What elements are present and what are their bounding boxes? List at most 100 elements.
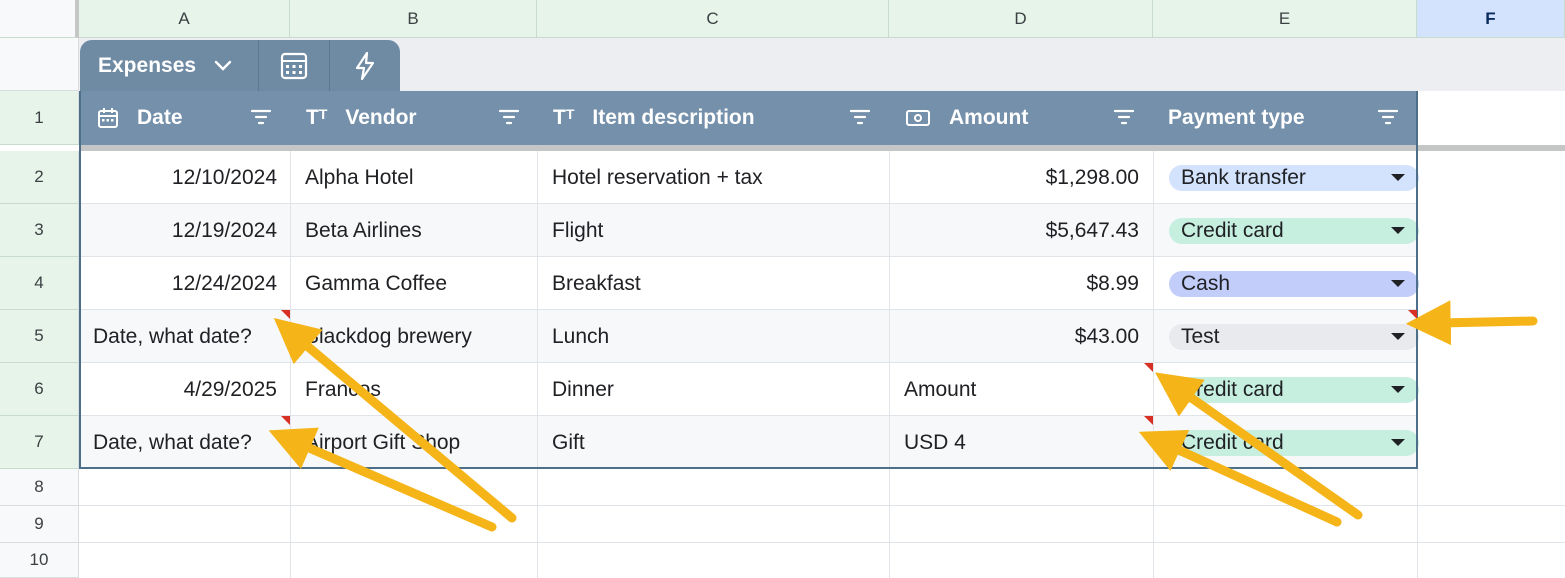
- header-date[interactable]: Date: [97, 91, 183, 145]
- calculator-button[interactable]: [258, 40, 329, 91]
- table-row[interactable]: Date, what date? Airport Gift Shop Gift USD…: [79, 416, 1419, 469]
- row-header-spacer: [0, 38, 79, 91]
- cell-date[interactable]: Date, what date?: [93, 416, 290, 469]
- payment-type-dropdown[interactable]: Cash: [1169, 270, 1419, 297]
- cell-amount[interactable]: $5,647.43: [889, 204, 1139, 257]
- cell-item-description[interactable]: Lunch: [552, 310, 892, 363]
- table-name: Expenses: [98, 53, 197, 77]
- annotation-arrow: [1405, 300, 1538, 346]
- header-vendor[interactable]: TT Vendor: [306, 91, 417, 145]
- cell-vendor[interactable]: Beta Airlines: [305, 204, 545, 257]
- cell-item-description[interactable]: Breakfast: [552, 257, 892, 310]
- cell-date[interactable]: 12/19/2024: [79, 204, 277, 257]
- payment-type-label: Credit card: [1181, 377, 1284, 401]
- row-header-9[interactable]: 9: [0, 506, 79, 543]
- column-header-c[interactable]: C: [537, 0, 889, 38]
- cell-amount[interactable]: $43.00: [889, 310, 1139, 363]
- cell-item-description[interactable]: Flight: [552, 204, 892, 257]
- payment-type-label: Bank transfer: [1181, 165, 1306, 189]
- table-name-tab[interactable]: Expenses: [80, 40, 258, 91]
- row-header-1[interactable]: 1: [0, 91, 79, 145]
- payment-type-dropdown[interactable]: Credit card: [1169, 376, 1419, 403]
- cell-date[interactable]: Date, what date?: [93, 310, 290, 363]
- header-item-label: Item description: [592, 106, 755, 129]
- row-header-3[interactable]: 3: [0, 204, 79, 257]
- cell-date[interactable]: 4/29/2025: [79, 363, 277, 416]
- cell-vendor[interactable]: Airport Gift Shop: [305, 416, 545, 469]
- cell-vendor[interactable]: Alpha Hotel: [305, 151, 545, 204]
- cell-vendor[interactable]: Francos: [305, 363, 545, 416]
- row-header-2[interactable]: 2: [0, 151, 79, 204]
- cell-payment-type: Credit card: [1169, 363, 1419, 416]
- filter-icon[interactable]: [1113, 108, 1135, 126]
- cell-item-description[interactable]: Gift: [552, 416, 892, 469]
- column-header-f[interactable]: F: [1417, 0, 1565, 38]
- payment-type-label: Credit card: [1181, 430, 1284, 454]
- cell-item-description[interactable]: Hotel reservation + tax: [552, 151, 892, 204]
- cell-date[interactable]: 12/24/2024: [79, 257, 277, 310]
- money-icon: [905, 109, 931, 127]
- empty-row[interactable]: [79, 506, 1565, 543]
- row-header-10[interactable]: 10: [0, 543, 79, 578]
- table-row[interactable]: 12/19/2024 Beta Airlines Flight $5,647.43 Cr…: [79, 204, 1419, 257]
- filter-icon[interactable]: [498, 108, 520, 126]
- caret-down-icon: [1391, 333, 1405, 340]
- payment-type-label: Test: [1181, 324, 1220, 348]
- filter-icon[interactable]: [1377, 108, 1399, 126]
- row-header-7[interactable]: 7: [0, 416, 79, 469]
- column-header-b[interactable]: B: [290, 0, 537, 38]
- cell-amount[interactable]: $8.99: [889, 257, 1139, 310]
- payment-type-dropdown[interactable]: Credit card: [1169, 429, 1419, 456]
- column-header-e[interactable]: E: [1153, 0, 1417, 38]
- select-all-corner[interactable]: [0, 0, 79, 38]
- payment-type-label: Cash: [1181, 271, 1231, 295]
- table-row[interactable]: 4/29/2025 Francos Dinner Amount Credit card: [79, 363, 1419, 416]
- cell-date[interactable]: 12/10/2024: [79, 151, 277, 204]
- empty-row[interactable]: [79, 469, 1565, 506]
- note-marker[interactable]: [281, 310, 290, 319]
- payment-type-dropdown[interactable]: Test: [1169, 323, 1419, 350]
- caret-down-icon: [1391, 174, 1405, 181]
- row-header-4[interactable]: 4: [0, 257, 79, 310]
- note-marker[interactable]: [281, 416, 290, 425]
- chevron-down-icon[interactable]: [214, 60, 232, 72]
- header-vendor-label: Vendor: [345, 106, 417, 129]
- automation-button[interactable]: [329, 40, 400, 91]
- header-amount[interactable]: Amount: [905, 91, 1028, 145]
- column-header-d[interactable]: D: [889, 0, 1153, 38]
- table-row[interactable]: 12/10/2024 Alpha Hotel Hotel reservation +…: [79, 151, 1419, 204]
- cell-amount[interactable]: USD 4: [904, 416, 1144, 469]
- caret-down-icon: [1391, 386, 1405, 393]
- text-type-icon: TT: [553, 106, 575, 129]
- filter-icon[interactable]: [849, 108, 871, 126]
- cell-amount[interactable]: $1,298.00: [889, 151, 1139, 204]
- header-amount-label: Amount: [949, 106, 1029, 129]
- note-marker[interactable]: [1144, 363, 1153, 372]
- filter-icon[interactable]: [250, 108, 272, 126]
- header-date-label: Date: [137, 106, 183, 129]
- payment-type-dropdown[interactable]: Bank transfer: [1169, 164, 1419, 191]
- header-payment-type[interactable]: Payment type: [1168, 91, 1305, 145]
- cell-amount[interactable]: Amount: [904, 363, 1144, 416]
- text-type-icon: TT: [306, 106, 328, 129]
- row-header-6[interactable]: 6: [0, 363, 79, 416]
- cell-item-description[interactable]: Dinner: [552, 363, 892, 416]
- table-row[interactable]: Date, what date? Blackdog brewery Lunch $43…: [79, 310, 1419, 363]
- cell-vendor[interactable]: Blackdog brewery: [305, 310, 545, 363]
- caret-down-icon: [1391, 227, 1405, 234]
- cell-vendor[interactable]: Gamma Coffee: [305, 257, 545, 310]
- table-row[interactable]: 12/24/2024 Gamma Coffee Breakfast $8.99 Cash: [79, 257, 1419, 310]
- header-payment-label: Payment type: [1168, 106, 1305, 129]
- row-header-5[interactable]: 5: [0, 310, 79, 363]
- row-header-8[interactable]: 8: [0, 469, 79, 506]
- cell-payment-type: Test: [1169, 310, 1419, 363]
- column-header-a[interactable]: A: [79, 0, 290, 38]
- header-item-description[interactable]: TT Item description: [553, 91, 755, 145]
- note-marker[interactable]: [1144, 416, 1153, 425]
- payment-type-dropdown[interactable]: Credit card: [1169, 217, 1419, 244]
- cell-payment-type: Credit card: [1169, 416, 1419, 469]
- cell-payment-type: Bank transfer: [1169, 151, 1419, 204]
- payment-type-label: Credit card: [1181, 218, 1284, 242]
- note-marker[interactable]: [1408, 310, 1417, 319]
- empty-row[interactable]: [79, 543, 1565, 578]
